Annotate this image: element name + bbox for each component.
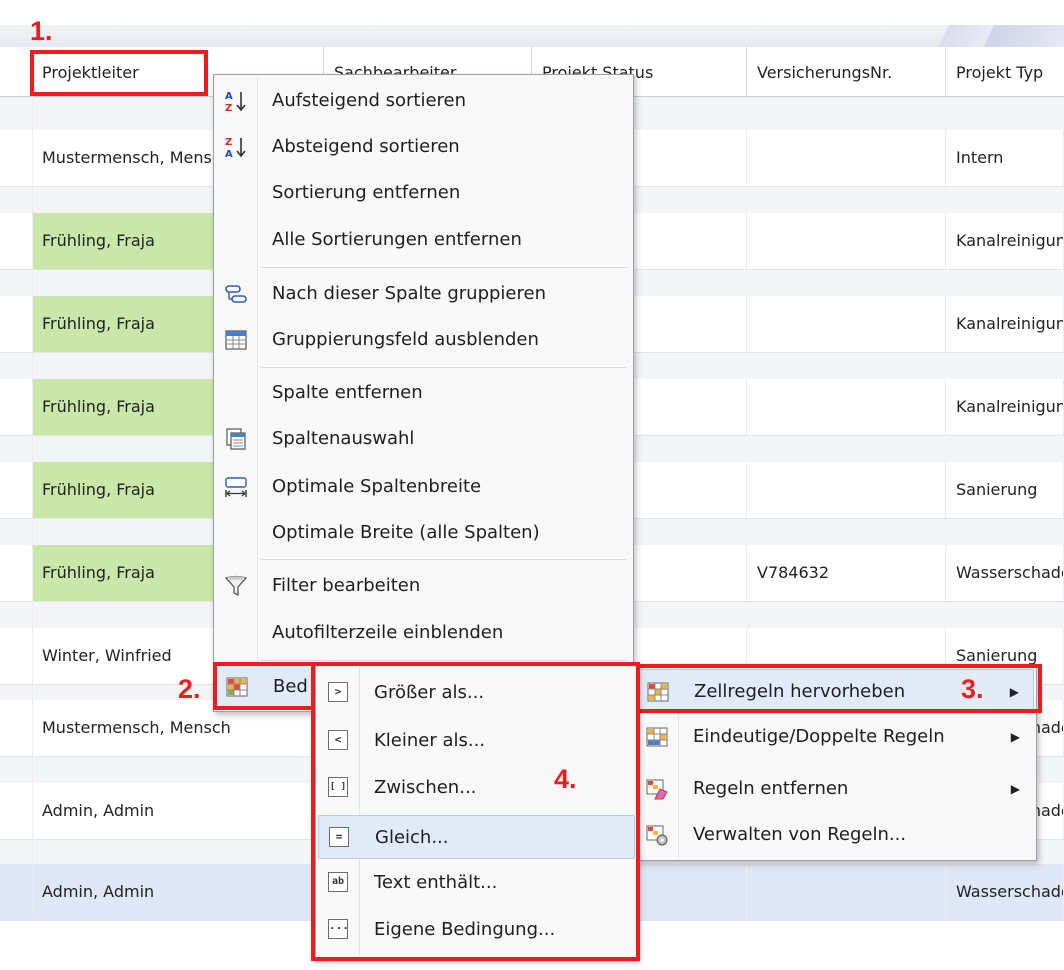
menu-item-clear-sorting[interactable]: Sortierung entfernen [216, 171, 631, 215]
annotation-label-2: 2. [178, 674, 201, 704]
menu-item-show-autofilter-row[interactable]: Autofilterzeile einblenden [216, 611, 631, 655]
menu-item-label: Spalte entfernen [272, 382, 423, 403]
menu-item-best-fit-all[interactable]: Optimale Breite (alle Spalten) [216, 511, 631, 555]
annotation-box-rules-submenu [311, 662, 640, 961]
menu-item-label: Autofilterzeile einblenden [272, 622, 504, 643]
menu-item-hide-group-panel[interactable]: Gruppierungsfeld ausblenden [216, 318, 631, 362]
menu-item-unique-duplicate-rules[interactable]: Eindeutige/Doppelte Regeln ▶ [637, 715, 1034, 759]
menu-item-label: Nach dieser Spalte gruppieren [272, 283, 546, 304]
sort-ascending-icon: A Z [225, 91, 246, 113]
menu-item-manage-rules[interactable]: Verwalten von Regeln... [637, 813, 1034, 857]
column-context-menu: A Z Aufsteigend sortieren Z A Absteigend… [213, 74, 634, 712]
menu-separator [260, 559, 627, 560]
menu-item-label: Alle Sortierungen entfernen [272, 229, 522, 250]
svg-text:A: A [225, 91, 233, 102]
submenu-arrow-icon: ▶ [1010, 782, 1020, 796]
manage-rules-icon [646, 825, 668, 846]
menu-item-label: Regeln entfernen [693, 778, 849, 799]
menu-item-label: Eindeutige/Doppelte Regeln [693, 726, 945, 747]
menu-separator [260, 660, 627, 661]
cell-projekt-typ: Wasserschaden [946, 545, 1064, 601]
grid-group-panel [0, 25, 1064, 47]
unique-duplicate-rules-icon [646, 727, 668, 747]
menu-item-label: Filter bearbeiten [272, 575, 421, 596]
column-divider [32, 96, 33, 916]
best-fit-icon [225, 477, 247, 497]
group-by-icon [225, 285, 247, 303]
annotation-box-column-header [30, 50, 208, 96]
cell-versicherungsnr [747, 296, 946, 352]
column-header-projekt-typ[interactable]: Projekt Typ [946, 47, 1064, 96]
menu-item-clear-rules[interactable]: Regeln entfernen ▶ [637, 767, 1034, 811]
cell-projekt-typ: Kanalreinigung [946, 379, 1064, 435]
cell-projekt-typ: Kanalreinigung [946, 213, 1064, 269]
menu-item-column-chooser[interactable]: Spaltenauswahl [216, 417, 631, 461]
annotation-label-1: 1. [30, 16, 53, 46]
cell-projekt-typ: Sanierung [946, 462, 1064, 518]
svg-text:Z: Z [225, 137, 232, 148]
submenu-arrow-icon: ▶ [1010, 730, 1020, 744]
svg-text:A: A [225, 149, 233, 159]
column-chooser-icon [226, 428, 246, 450]
annotation-label-3: 3. [961, 674, 984, 704]
menu-item-label: Optimale Breite (alle Spalten) [272, 522, 540, 543]
menu-item-sort-ascending[interactable]: A Z Aufsteigend sortieren [216, 79, 631, 123]
cell-projekt-typ: Wasserschaden [946, 864, 1064, 920]
menu-item-label: Aufsteigend sortieren [272, 90, 467, 111]
cell-projekt-typ: Intern [946, 130, 1064, 186]
menu-item-sort-descending[interactable]: Z A Absteigend sortieren [216, 125, 631, 169]
menu-separator [260, 267, 627, 268]
menu-item-label: Gruppierungsfeld ausblenden [272, 329, 539, 350]
menu-item-remove-column[interactable]: Spalte entfernen [216, 371, 631, 415]
cell-versicherungsnr [747, 864, 946, 920]
cell-versicherungsnr [747, 130, 946, 186]
menu-item-label: Verwalten von Regeln... [693, 824, 907, 845]
menu-item-label: Sortierung entfernen [272, 182, 461, 203]
cell-projekt-typ: Kanalreinigung [946, 296, 1064, 352]
column-header-versicherungsnr[interactable]: VersicherungsNr. [747, 47, 946, 96]
cell-versicherungsnr [747, 213, 946, 269]
cell-projektleiter: Admin, Admin [32, 864, 324, 920]
cell-projektleiter: Admin, Admin [32, 783, 324, 839]
menu-item-clear-all-sorting[interactable]: Alle Sortierungen entfernen [216, 218, 631, 262]
menu-item-label: Absteigend sortieren [272, 136, 460, 157]
cell-versicherungsnr [747, 462, 946, 518]
cell-versicherungsnr: V784632 [747, 545, 946, 601]
sort-descending-icon: Z A [225, 137, 246, 159]
filter-icon [224, 575, 248, 597]
svg-text:Z: Z [225, 103, 232, 113]
menu-item-edit-filter[interactable]: Filter bearbeiten [216, 564, 631, 608]
annotation-box-conditional-formatting [213, 662, 321, 710]
menu-item-group-by-column[interactable]: Nach dieser Spalte gruppieren [216, 272, 631, 316]
group-panel-icon [225, 330, 247, 350]
menu-item-label: Spaltenauswahl [272, 428, 415, 449]
menu-item-best-fit[interactable]: Optimale Spaltenbreite [216, 465, 631, 509]
clear-rules-icon [646, 779, 668, 800]
menu-separator [260, 367, 627, 368]
cell-versicherungsnr [747, 379, 946, 435]
menu-item-label: Optimale Spaltenbreite [272, 476, 482, 497]
annotation-label-4: 4. [554, 764, 577, 794]
